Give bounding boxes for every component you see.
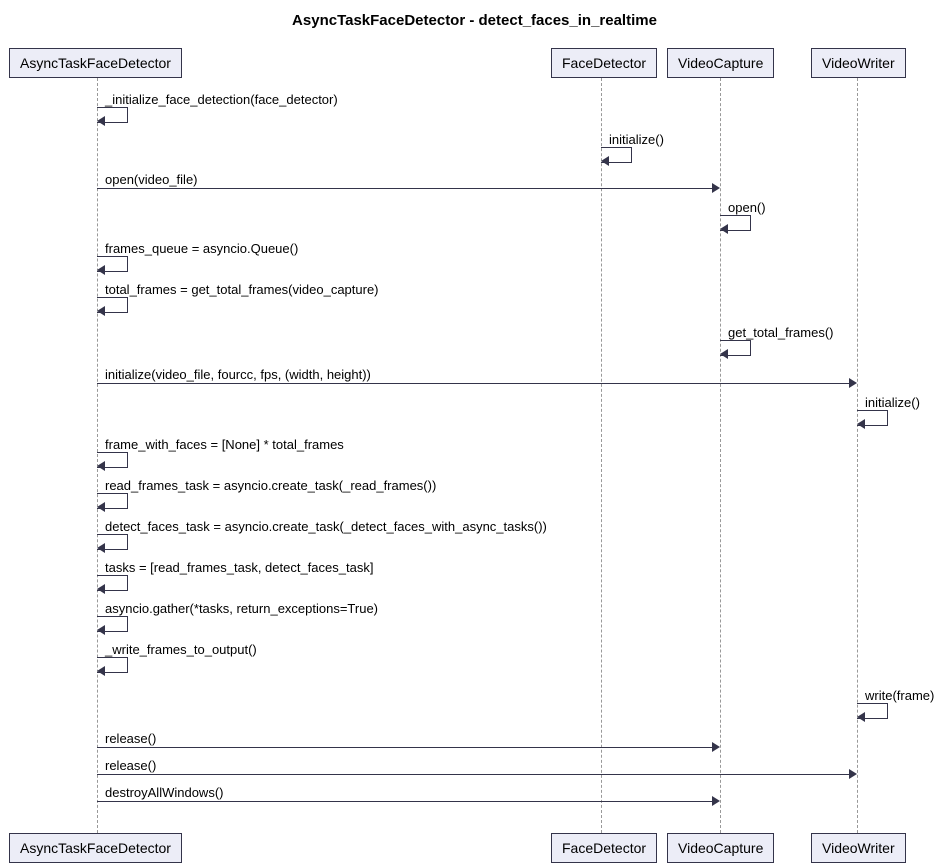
arrow-m17 <box>97 747 712 748</box>
msg-vc-open: open() <box>728 200 766 215</box>
arrow-head-m8 <box>849 378 857 388</box>
msg-vw-initialize: initialize() <box>865 395 920 410</box>
msg-frames-queue: frames_queue = asyncio.Queue() <box>105 241 298 256</box>
msg-write-frames-output: _write_frames_to_output() <box>105 642 257 657</box>
msg-detect-faces-task: detect_faces_task = asyncio.create_task(… <box>105 519 547 534</box>
arrow-m8 <box>97 383 849 384</box>
participant-video-capture-bottom: VideoCapture <box>667 833 774 863</box>
msg-destroy-all-windows: destroyAllWindows() <box>105 785 223 800</box>
participant-face-detector-top: FaceDetector <box>551 48 657 78</box>
arrow-head-m19 <box>712 796 720 806</box>
msg-read-frames-task: read_frames_task = asyncio.create_task(_… <box>105 478 436 493</box>
diagram-title: AsyncTaskFaceDetector - detect_faces_in_… <box>292 12 657 29</box>
lifeline-p3 <box>720 78 721 833</box>
msg-release-vc: release() <box>105 731 156 746</box>
arrow-m18 <box>97 774 849 775</box>
msg-init-face-detection: _initialize_face_detection(face_detector… <box>105 92 338 107</box>
msg-vw-write-frame: write(frame) <box>865 688 934 703</box>
arrow-head-m18 <box>849 769 857 779</box>
participant-video-writer-top: VideoWriter <box>811 48 906 78</box>
msg-open-video-file: open(video_file) <box>105 172 198 187</box>
arrow-m19 <box>97 801 712 802</box>
lifeline-p2 <box>601 78 602 833</box>
participant-video-writer-bottom: VideoWriter <box>811 833 906 863</box>
msg-fd-initialize: initialize() <box>609 132 664 147</box>
msg-total-frames: total_frames = get_total_frames(video_ca… <box>105 282 379 297</box>
arrow-m3 <box>97 188 712 189</box>
arrow-head-m17 <box>712 742 720 752</box>
arrow-head-m3 <box>712 183 720 193</box>
msg-asyncio-gather: asyncio.gather(*tasks, return_exceptions… <box>105 601 378 616</box>
participant-video-capture-top: VideoCapture <box>667 48 774 78</box>
participant-face-detector-bottom: FaceDetector <box>551 833 657 863</box>
msg-get-total-frames: get_total_frames() <box>728 325 834 340</box>
msg-frame-with-faces: frame_with_faces = [None] * total_frames <box>105 437 344 452</box>
participant-async-task-bottom: AsyncTaskFaceDetector <box>9 833 182 863</box>
msg-release-vw: release() <box>105 758 156 773</box>
msg-initialize-vw: initialize(video_file, fourcc, fps, (wid… <box>105 367 371 382</box>
msg-tasks-list: tasks = [read_frames_task, detect_faces_… <box>105 560 373 575</box>
participant-async-task-top: AsyncTaskFaceDetector <box>9 48 182 78</box>
